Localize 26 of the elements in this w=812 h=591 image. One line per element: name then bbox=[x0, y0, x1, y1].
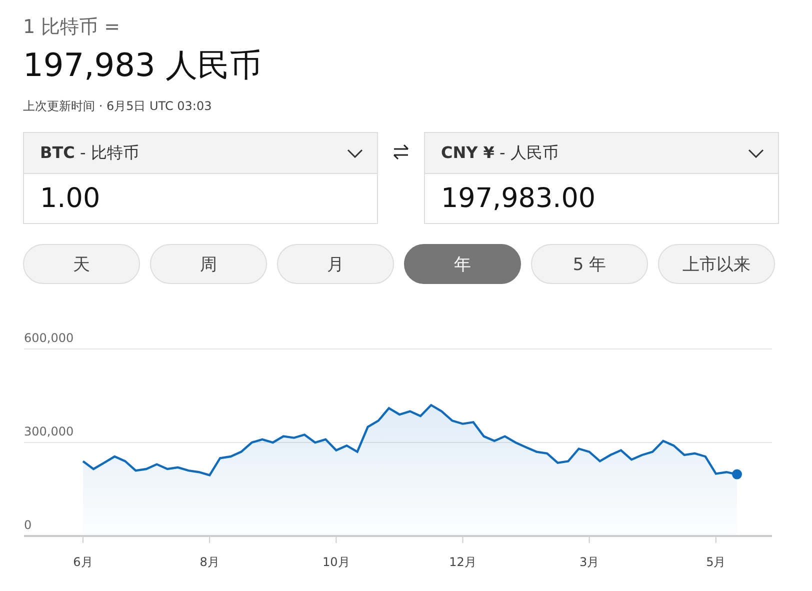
period-tab[interactable]: 周 bbox=[150, 244, 267, 284]
chevron-icon bbox=[748, 148, 764, 158]
converted-amount: 197,983 人民币 bbox=[23, 45, 262, 86]
x-axis-label: 3月 bbox=[580, 555, 600, 569]
x-axis-label: 12月 bbox=[449, 555, 476, 569]
current-point-marker bbox=[732, 469, 742, 480]
period-tab[interactable]: 年 bbox=[404, 244, 521, 284]
y-axis-label: 300,000 bbox=[24, 424, 74, 438]
y-axis-label: 600,000 bbox=[24, 331, 74, 345]
chevron-icon bbox=[347, 148, 363, 158]
amount-field[interactable]: 197,983.00 bbox=[425, 174, 778, 223]
x-axis-label: 10月 bbox=[322, 555, 350, 569]
base-amount: 1 比特币 = bbox=[23, 15, 122, 40]
period-tab[interactable]: 上市以来 bbox=[658, 244, 775, 284]
x-axis-label: 8月 bbox=[200, 555, 220, 569]
amount-field[interactable]: 1.00 bbox=[24, 174, 377, 223]
y-axis-label: 0 bbox=[24, 518, 32, 532]
period-tab[interactable]: 5 年 bbox=[531, 244, 648, 284]
period-tab[interactable]: 月 bbox=[277, 244, 394, 284]
update-time: 上次更新时间 · 6月5日 UTC 03:03 bbox=[23, 98, 213, 115]
x-axis-label: 5月 bbox=[706, 555, 726, 569]
period-tab[interactable]: 天 bbox=[23, 244, 140, 284]
currency-dropdown[interactable]: BTC - 比特币 bbox=[24, 133, 377, 174]
swap-icon[interactable] bbox=[392, 144, 410, 160]
currency-dropdown[interactable]: CNY ¥ - 人民币 bbox=[425, 133, 778, 174]
x-axis-label: 6月 bbox=[73, 555, 93, 569]
